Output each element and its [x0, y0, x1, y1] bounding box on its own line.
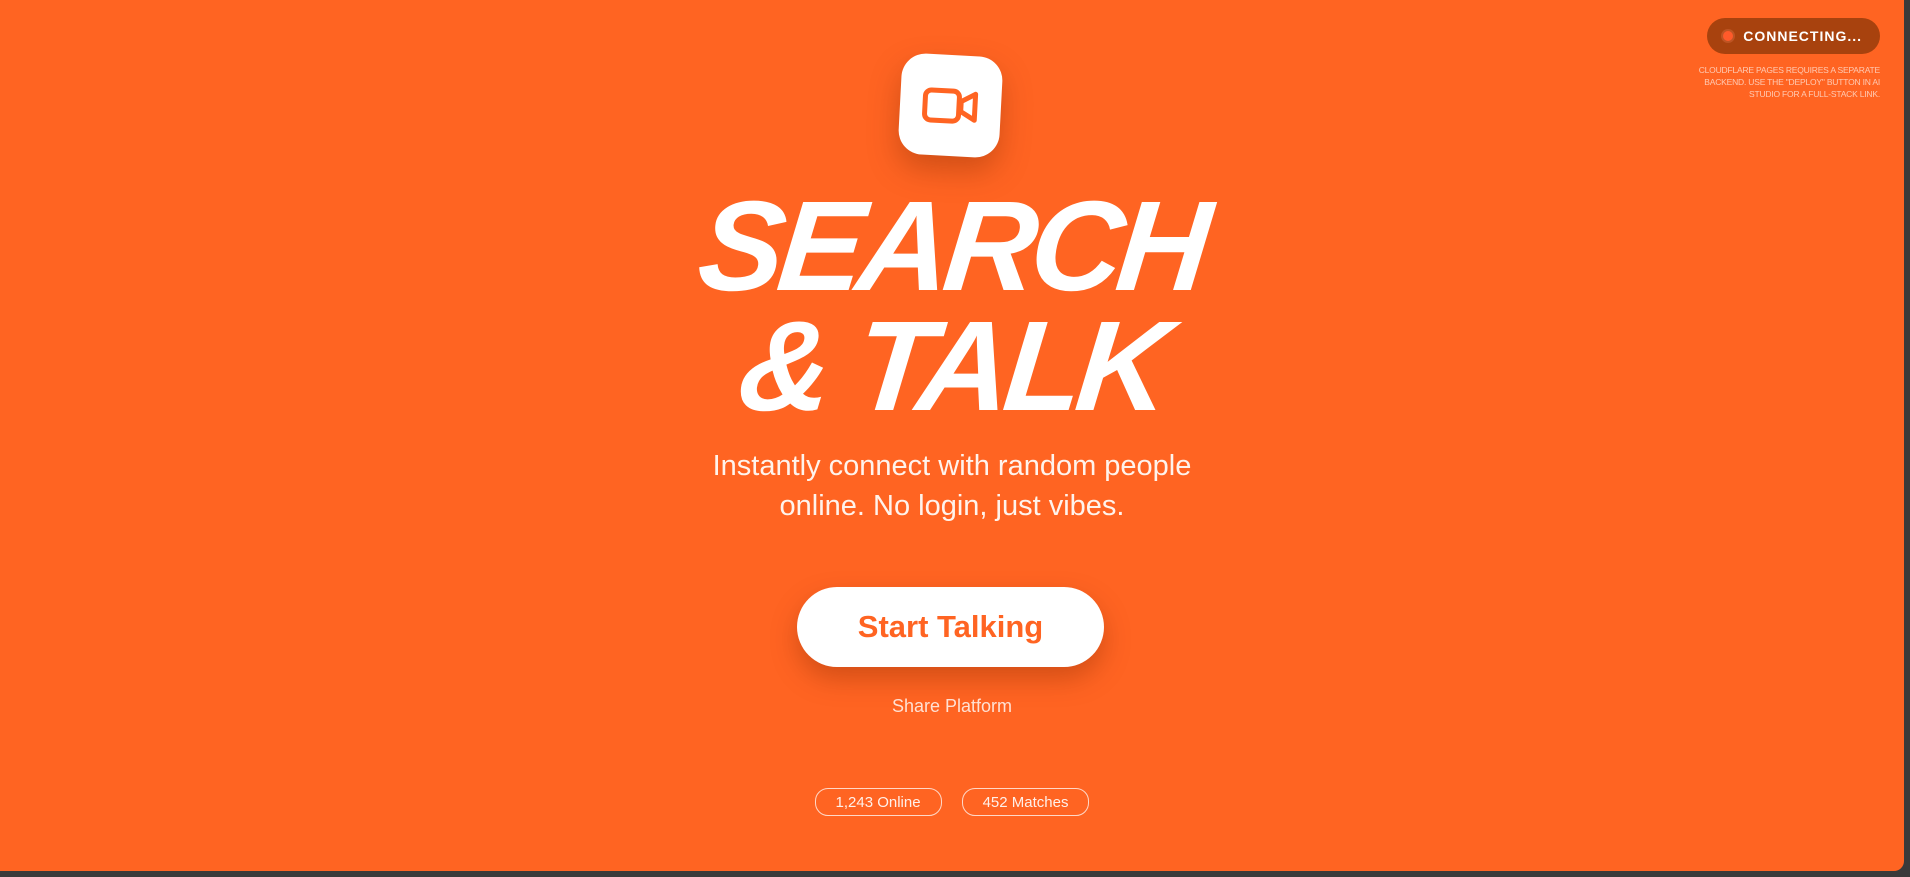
hero-title-line-1: SEARCH: [692, 175, 1212, 318]
start-talking-button[interactable]: Start Talking: [797, 587, 1104, 667]
hero-subtitle: Instantly connect with random people onl…: [0, 446, 1904, 526]
online-count-badge: 1,243 Online: [814, 788, 942, 816]
video-camera-icon: [921, 86, 978, 124]
share-platform-link[interactable]: Share Platform: [892, 696, 1012, 716]
matches-count-badge: 452 Matches: [961, 788, 1090, 816]
stats-row: 1,243 Online 452 Matches: [0, 788, 1904, 816]
hero-subtitle-line-2: online. No login, just vibes.: [779, 490, 1125, 522]
app-frame: CONNECTING... CLOUDFLARE PAGES REQUIRES …: [0, 0, 1904, 871]
hero-section: SEARCH & TALK Instantly connect with ran…: [0, 0, 1904, 871]
app-logo: [897, 52, 1004, 159]
hero-title-line-2: & TALK: [732, 295, 1172, 438]
hero-subtitle-line-1: Instantly connect with random people: [712, 450, 1192, 482]
share-platform-row: Share Platform: [0, 696, 1904, 717]
